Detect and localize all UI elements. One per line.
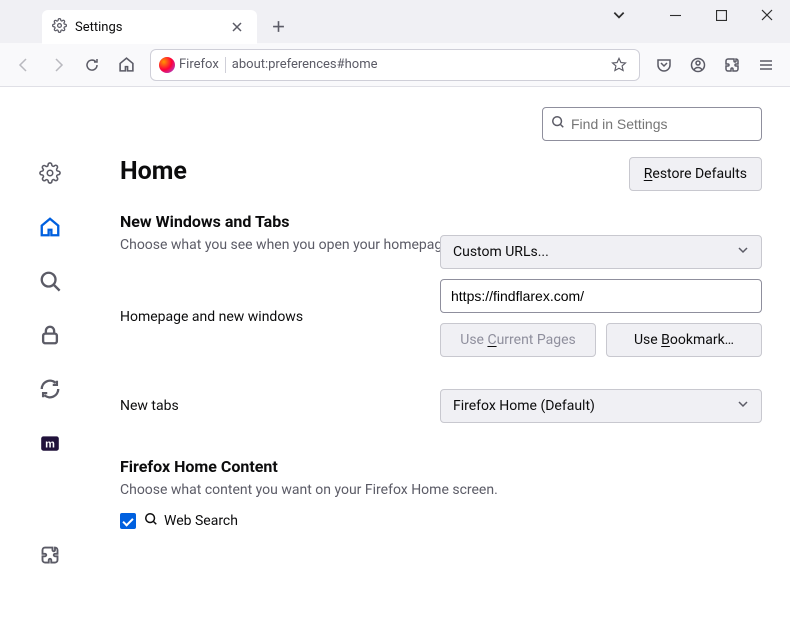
websearch-text: Web Search <box>164 513 238 529</box>
home-button[interactable] <box>110 49 142 81</box>
minimize-button[interactable] <box>652 0 698 30</box>
identity-label: Firefox <box>179 57 219 72</box>
overflow-chevron-button[interactable] <box>596 0 642 30</box>
tab-title: Settings <box>75 20 122 35</box>
chevron-down-icon <box>737 244 749 260</box>
homepage-select-value: Custom URLs... <box>453 244 549 260</box>
use-bookmark-button[interactable]: Use Bookmark… <box>606 323 762 357</box>
homepage-label: Homepage and new windows <box>120 309 440 325</box>
websearch-label[interactable]: Web Search <box>144 512 238 530</box>
section-title-home-content: Firefox Home Content <box>120 457 762 476</box>
identity-box[interactable]: Firefox <box>159 57 226 73</box>
svg-text:m: m <box>45 438 55 450</box>
maximize-button[interactable] <box>698 0 744 30</box>
newtabs-select[interactable]: Firefox Home (Default) <box>440 389 762 423</box>
sidebar-item-general[interactable] <box>32 155 68 191</box>
close-tab-button[interactable] <box>227 17 247 37</box>
sidebar-item-more[interactable]: m <box>32 425 68 461</box>
settings-content: m Restore Defaults Home New Windows and … <box>0 87 790 617</box>
close-window-button[interactable] <box>744 0 790 30</box>
sidebar-item-home[interactable] <box>32 209 68 245</box>
homepage-url-input[interactable] <box>440 279 762 313</box>
newtabs-label: New tabs <box>120 398 440 414</box>
find-input-field[interactable] <box>571 116 753 132</box>
homepage-select[interactable]: Custom URLs... <box>440 235 762 269</box>
title-bar: Settings <box>0 0 790 43</box>
new-tab-button[interactable] <box>263 11 293 41</box>
sidebar-item-extensions[interactable] <box>32 537 68 573</box>
menu-button[interactable] <box>750 49 782 81</box>
url-text: about:preferences#home <box>232 57 601 72</box>
pocket-button[interactable] <box>648 49 680 81</box>
url-bar[interactable]: Firefox about:preferences#home <box>150 49 640 81</box>
search-icon <box>144 512 158 530</box>
section-desc-home-content: Choose what content you want on your Fir… <box>120 482 762 498</box>
newtabs-select-value: Firefox Home (Default) <box>453 398 595 414</box>
search-icon <box>551 115 565 133</box>
settings-sidebar: m <box>0 155 100 573</box>
browser-tab-settings[interactable]: Settings <box>42 10 257 44</box>
section-title-new-windows: New Windows and Tabs <box>120 212 762 231</box>
firefox-icon <box>159 57 175 73</box>
account-button[interactable] <box>682 49 714 81</box>
websearch-checkbox[interactable] <box>120 513 136 529</box>
find-in-settings-input[interactable] <box>542 107 762 141</box>
bookmark-star-button[interactable] <box>607 57 631 73</box>
navigation-toolbar: Firefox about:preferences#home <box>0 43 790 87</box>
settings-main: Home New Windows and Tabs Choose what yo… <box>120 157 762 530</box>
forward-button[interactable] <box>42 49 74 81</box>
sidebar-item-sync[interactable] <box>32 371 68 407</box>
extensions-button[interactable] <box>716 49 748 81</box>
back-button[interactable] <box>8 49 40 81</box>
page-title: Home <box>120 157 762 186</box>
chevron-down-icon <box>737 398 749 414</box>
gear-icon <box>52 18 67 37</box>
reload-button[interactable] <box>76 49 108 81</box>
sidebar-item-privacy[interactable] <box>32 317 68 353</box>
use-current-pages-button[interactable]: Use Current Pages <box>440 323 596 357</box>
sidebar-item-search[interactable] <box>32 263 68 299</box>
